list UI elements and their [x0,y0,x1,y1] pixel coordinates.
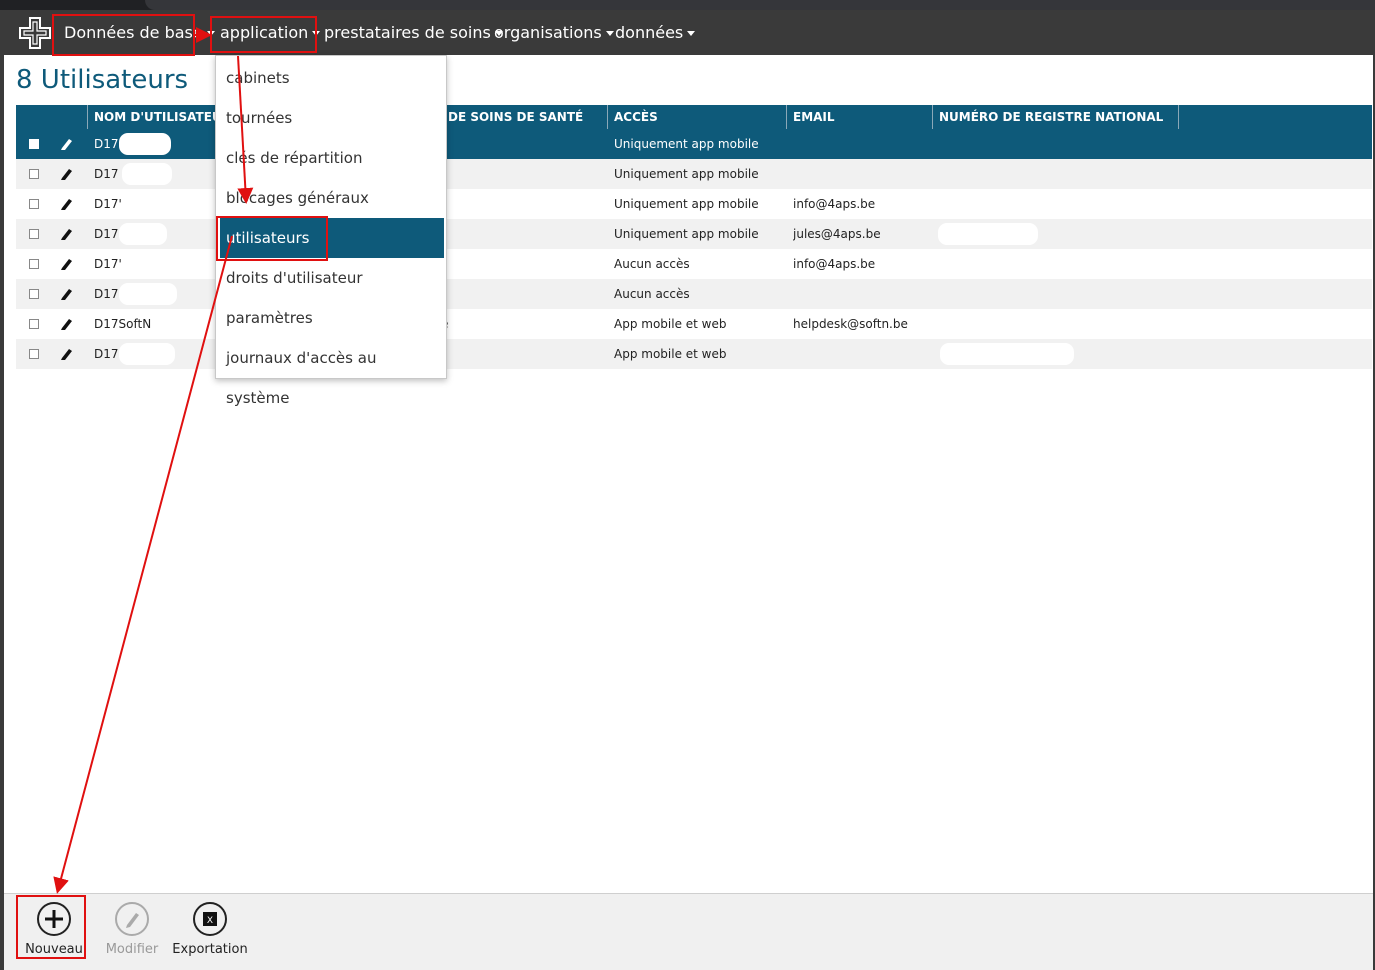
app-window: Données de base application prestataires… [0,10,1375,970]
bottom-toolbar: Nouveau Modifier X Exportation [4,893,1373,970]
annotation-box-nouveau [16,895,86,959]
pencil-icon[interactable] [60,227,74,241]
pencil-icon[interactable] [60,317,74,331]
cell-email: jules@4aps.be [793,227,881,241]
cell-national-register [939,249,1179,279]
menu-item-tournees[interactable]: tournées [220,98,444,138]
pencil-icon[interactable] [60,167,74,181]
redaction-mask [122,253,167,275]
edit-button[interactable]: Modifier [100,902,164,962]
cell-access: Uniquement app mobile [614,197,759,211]
logo-cross-icon[interactable] [18,16,52,50]
header-controls [16,105,88,129]
caret-down-icon [687,31,696,36]
cell-email: info@4aps.be [793,257,876,271]
row-checkbox[interactable] [29,199,39,209]
row-checkbox[interactable] [29,349,39,359]
cell-care [441,219,601,249]
svg-text:X: X [207,916,213,926]
cell-care [441,189,601,219]
pencil-icon[interactable] [60,197,74,211]
row-checkbox[interactable] [29,319,39,329]
menu-item-journaux-acces[interactable]: journaux d'accès au système [220,338,444,407]
export-button-label: Exportation [172,942,248,957]
menu-item-parametres[interactable]: paramètres [220,298,444,338]
cell-access: App mobile et web [614,317,727,331]
cell-access: App mobile et web [614,347,727,361]
col-header-care[interactable]: DE SOINS DE SANTÉ [441,105,608,129]
nav-label: prestataires de soins [324,23,491,42]
col-header-access[interactable]: ACCÈS [608,105,787,129]
menu-item-cabinets[interactable]: cabinets [220,58,444,98]
pencil-icon[interactable] [60,287,74,301]
pencil-icon [115,902,149,936]
nav-prestataires-de-soins[interactable]: prestataires de soins [324,10,503,55]
cell-care: e [441,309,601,339]
nav-label: données [615,23,684,42]
row-checkbox[interactable] [29,139,39,149]
cell-national-register [939,129,1179,159]
menu-item-droits-utilisateur[interactable]: droits d'utilisateur [220,258,444,298]
pencil-icon[interactable] [60,257,74,271]
page-title: 8 Utilisateurs [16,65,189,95]
row-checkbox[interactable] [29,169,39,179]
cell-care [441,339,601,369]
cell-care [441,159,601,189]
cell-national-register [939,279,1179,309]
annotation-box-donnees-de-base [52,14,195,56]
cell-access: Uniquement app mobile [614,167,759,181]
browser-url-bar[interactable] [145,0,1375,10]
cell-care [441,279,601,309]
cell-access: Uniquement app mobile [614,137,759,151]
cell-email [793,279,933,309]
menu-item-cles-de-repartition[interactable]: clés de répartition [220,138,444,178]
nav-label: organisations [494,23,602,42]
cell-access: Aucun accès [614,257,690,271]
menu-item-blocages-generaux[interactable]: blocages généraux [220,178,444,218]
cell-email [793,129,933,159]
cell-access: Uniquement app mobile [614,227,759,241]
annotation-box-utilisateurs [216,216,328,261]
col-header-email[interactable]: EMAIL [787,105,933,129]
col-header-national-register[interactable]: NUMÉRO DE REGISTRE NATIONAL [933,105,1179,129]
cell-email: helpdesk@softn.be [793,317,908,331]
edit-button-label: Modifier [105,942,159,957]
cell-national-register [939,189,1179,219]
cell-national-register [939,159,1179,189]
cell-email: info@4aps.be [793,197,876,211]
cell-email [793,339,933,369]
pencil-icon[interactable] [60,347,74,361]
nav-donnees[interactable]: données [615,10,696,55]
redaction-mask [119,133,171,155]
caret-down-icon [605,31,614,36]
export-button[interactable]: X Exportation [172,902,248,962]
browser-chrome [0,0,1375,10]
row-checkbox[interactable] [29,259,39,269]
redaction-mask [119,223,167,245]
cell-care [441,249,601,279]
redaction-mask [940,343,1074,365]
redaction-mask [119,343,175,365]
nav-organisations[interactable]: organisations [494,10,614,55]
cell-care [441,129,601,159]
annotation-box-application [210,16,317,53]
row-checkbox[interactable] [29,289,39,299]
cell-access: Aucun accès [614,287,690,301]
cell-email [793,159,933,189]
redaction-mask [938,223,1038,245]
pencil-icon[interactable] [60,137,74,151]
excel-icon: X [193,902,227,936]
cell-national-register [939,309,1179,339]
redaction-mask [122,163,172,185]
redaction-mask [119,283,177,305]
row-checkbox[interactable] [29,229,39,239]
